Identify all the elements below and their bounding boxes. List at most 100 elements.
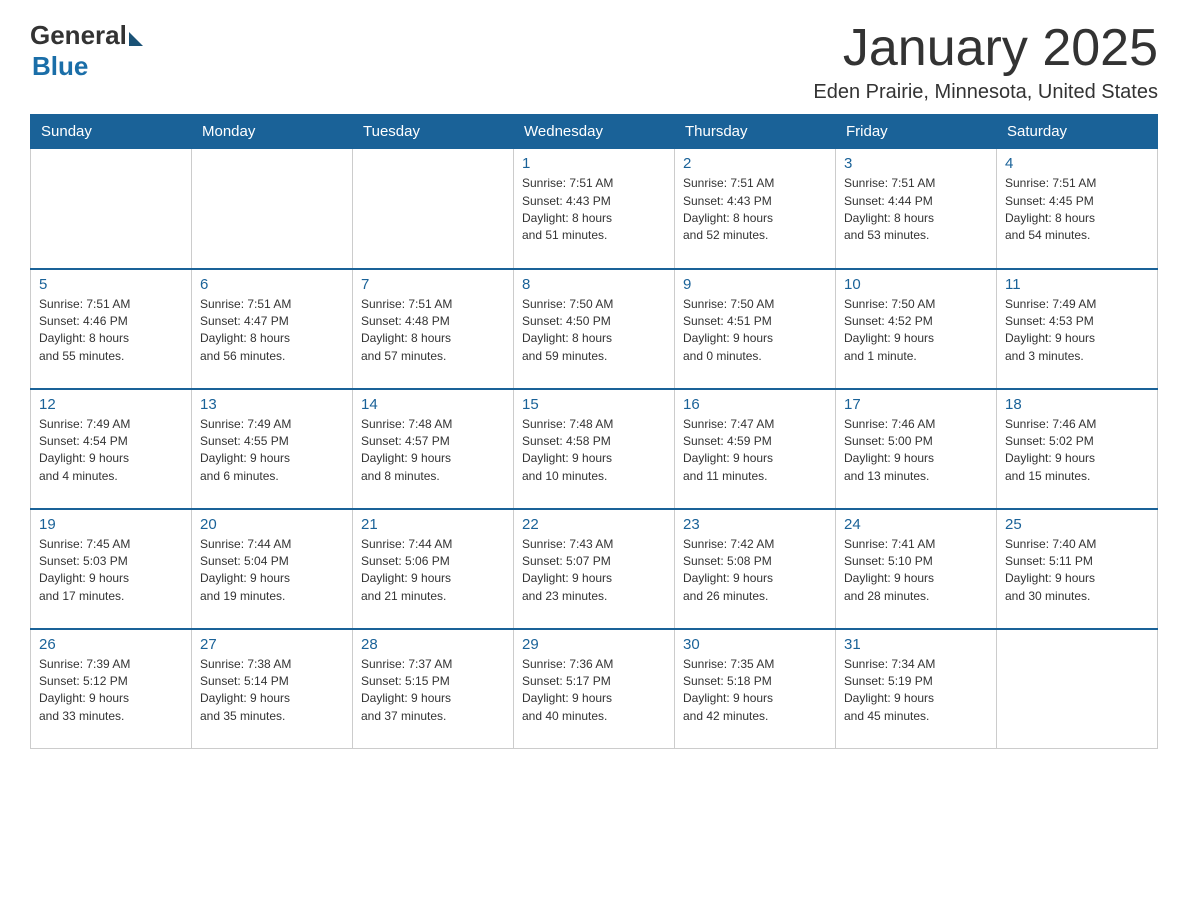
calendar-cell: 12Sunrise: 7:49 AMSunset: 4:54 PMDayligh…	[31, 389, 192, 509]
logo: General Blue	[30, 20, 143, 82]
day-number: 11	[1005, 276, 1149, 293]
day-number: 6	[200, 276, 344, 293]
logo-arrow-icon	[129, 32, 143, 46]
day-number: 23	[683, 516, 827, 533]
day-info: Sunrise: 7:49 AMSunset: 4:54 PMDaylight:…	[39, 416, 183, 486]
day-number: 7	[361, 276, 505, 293]
calendar-header-friday: Friday	[836, 115, 997, 149]
day-number: 25	[1005, 516, 1149, 533]
day-number: 3	[844, 155, 988, 172]
day-number: 15	[522, 396, 666, 413]
calendar-week-row: 12Sunrise: 7:49 AMSunset: 4:54 PMDayligh…	[31, 389, 1158, 509]
day-info: Sunrise: 7:45 AMSunset: 5:03 PMDaylight:…	[39, 536, 183, 606]
day-info: Sunrise: 7:40 AMSunset: 5:11 PMDaylight:…	[1005, 536, 1149, 606]
day-info: Sunrise: 7:48 AMSunset: 4:57 PMDaylight:…	[361, 416, 505, 486]
title-block: January 2025 Eden Prairie, Minnesota, Un…	[813, 20, 1158, 104]
calendar-cell: 3 Sunrise: 7:51 AMSunset: 4:44 PMDaylight…	[836, 149, 997, 269]
calendar-cell: 2 Sunrise: 7:51 AMSunset: 4:43 PMDaylight…	[675, 149, 836, 269]
calendar-cell: 5Sunrise: 7:51 AMSunset: 4:46 PMDaylight…	[31, 269, 192, 389]
calendar-cell: 27 Sunrise: 7:38 AMSunset: 5:14 PMDayligh…	[192, 629, 353, 749]
day-number: 2	[683, 155, 827, 172]
calendar-week-row: 19 Sunrise: 7:45 AMSunset: 5:03 PMDayligh…	[31, 509, 1158, 629]
location-title: Eden Prairie, Minnesota, United States	[813, 81, 1158, 104]
day-number: 10	[844, 276, 988, 293]
calendar-cell: 13 Sunrise: 7:49 AMSunset: 4:55 PMDayligh…	[192, 389, 353, 509]
day-number: 4	[1005, 155, 1149, 172]
day-number: 26	[39, 636, 183, 653]
day-info: Sunrise: 7:38 AMSunset: 5:14 PMDaylight:…	[200, 656, 344, 726]
day-info: Sunrise: 7:36 AMSunset: 5:17 PMDaylight:…	[522, 656, 666, 726]
day-number: 16	[683, 396, 827, 413]
logo-blue-text: Blue	[32, 51, 88, 82]
calendar-week-row: 5Sunrise: 7:51 AMSunset: 4:46 PMDaylight…	[31, 269, 1158, 389]
day-number: 13	[200, 396, 344, 413]
calendar-header-wednesday: Wednesday	[514, 115, 675, 149]
day-number: 19	[39, 516, 183, 533]
calendar-cell: 28 Sunrise: 7:37 AMSunset: 5:15 PMDayligh…	[353, 629, 514, 749]
calendar-cell: 16 Sunrise: 7:47 AMSunset: 4:59 PMDayligh…	[675, 389, 836, 509]
day-info: Sunrise: 7:37 AMSunset: 5:15 PMDaylight:…	[361, 656, 505, 726]
calendar-cell	[997, 629, 1158, 749]
calendar-cell: 17 Sunrise: 7:46 AMSunset: 5:00 PMDayligh…	[836, 389, 997, 509]
calendar-cell: 8Sunrise: 7:50 AMSunset: 4:50 PMDaylight…	[514, 269, 675, 389]
calendar-header-monday: Monday	[192, 115, 353, 149]
calendar-cell: 31 Sunrise: 7:34 AMSunset: 5:19 PMDayligh…	[836, 629, 997, 749]
day-info: Sunrise: 7:51 AMSunset: 4:48 PMDaylight:…	[361, 296, 505, 366]
calendar-cell: 21 Sunrise: 7:44 AMSunset: 5:06 PMDayligh…	[353, 509, 514, 629]
calendar-cell: 29Sunrise: 7:36 AMSunset: 5:17 PMDayligh…	[514, 629, 675, 749]
calendar-week-row: 1 Sunrise: 7:51 AMSunset: 4:43 PMDaylight…	[31, 149, 1158, 269]
day-info: Sunrise: 7:50 AMSunset: 4:51 PMDaylight:…	[683, 296, 827, 366]
month-title: January 2025	[813, 20, 1158, 77]
day-info: Sunrise: 7:50 AMSunset: 4:50 PMDaylight:…	[522, 296, 666, 366]
day-number: 21	[361, 516, 505, 533]
day-info: Sunrise: 7:42 AMSunset: 5:08 PMDaylight:…	[683, 536, 827, 606]
calendar-cell: 19 Sunrise: 7:45 AMSunset: 5:03 PMDayligh…	[31, 509, 192, 629]
calendar-cell	[31, 149, 192, 269]
day-info: Sunrise: 7:51 AMSunset: 4:45 PMDaylight:…	[1005, 175, 1149, 245]
calendar-cell: 10Sunrise: 7:50 AMSunset: 4:52 PMDayligh…	[836, 269, 997, 389]
calendar-cell: 4 Sunrise: 7:51 AMSunset: 4:45 PMDaylight…	[997, 149, 1158, 269]
calendar-table: SundayMondayTuesdayWednesdayThursdayFrid…	[30, 114, 1158, 749]
page-header: General Blue January 2025 Eden Prairie, …	[30, 20, 1158, 104]
calendar-cell: 7 Sunrise: 7:51 AMSunset: 4:48 PMDaylight…	[353, 269, 514, 389]
day-info: Sunrise: 7:51 AMSunset: 4:43 PMDaylight:…	[683, 175, 827, 245]
day-number: 28	[361, 636, 505, 653]
day-number: 17	[844, 396, 988, 413]
day-number: 9	[683, 276, 827, 293]
day-number: 14	[361, 396, 505, 413]
calendar-cell: 23 Sunrise: 7:42 AMSunset: 5:08 PMDayligh…	[675, 509, 836, 629]
day-number: 5	[39, 276, 183, 293]
calendar-header-thursday: Thursday	[675, 115, 836, 149]
day-info: Sunrise: 7:44 AMSunset: 5:04 PMDaylight:…	[200, 536, 344, 606]
day-number: 31	[844, 636, 988, 653]
calendar-header-row: SundayMondayTuesdayWednesdayThursdayFrid…	[31, 115, 1158, 149]
day-info: Sunrise: 7:35 AMSunset: 5:18 PMDaylight:…	[683, 656, 827, 726]
day-info: Sunrise: 7:46 AMSunset: 5:00 PMDaylight:…	[844, 416, 988, 486]
day-number: 20	[200, 516, 344, 533]
calendar-cell: 11Sunrise: 7:49 AMSunset: 4:53 PMDayligh…	[997, 269, 1158, 389]
day-info: Sunrise: 7:39 AMSunset: 5:12 PMDaylight:…	[39, 656, 183, 726]
calendar-cell	[353, 149, 514, 269]
day-info: Sunrise: 7:49 AMSunset: 4:55 PMDaylight:…	[200, 416, 344, 486]
day-info: Sunrise: 7:43 AMSunset: 5:07 PMDaylight:…	[522, 536, 666, 606]
calendar-cell: 30 Sunrise: 7:35 AMSunset: 5:18 PMDayligh…	[675, 629, 836, 749]
day-number: 30	[683, 636, 827, 653]
calendar-cell: 9 Sunrise: 7:50 AMSunset: 4:51 PMDaylight…	[675, 269, 836, 389]
calendar-cell: 1 Sunrise: 7:51 AMSunset: 4:43 PMDaylight…	[514, 149, 675, 269]
day-number: 22	[522, 516, 666, 533]
calendar-cell: 24Sunrise: 7:41 AMSunset: 5:10 PMDayligh…	[836, 509, 997, 629]
day-info: Sunrise: 7:47 AMSunset: 4:59 PMDaylight:…	[683, 416, 827, 486]
day-info: Sunrise: 7:51 AMSunset: 4:43 PMDaylight:…	[522, 175, 666, 245]
day-info: Sunrise: 7:51 AMSunset: 4:44 PMDaylight:…	[844, 175, 988, 245]
calendar-cell: 15Sunrise: 7:48 AMSunset: 4:58 PMDayligh…	[514, 389, 675, 509]
day-info: Sunrise: 7:44 AMSunset: 5:06 PMDaylight:…	[361, 536, 505, 606]
logo-general-text: General	[30, 20, 127, 51]
calendar-cell: 26 Sunrise: 7:39 AMSunset: 5:12 PMDayligh…	[31, 629, 192, 749]
calendar-cell: 25 Sunrise: 7:40 AMSunset: 5:11 PMDayligh…	[997, 509, 1158, 629]
day-info: Sunrise: 7:41 AMSunset: 5:10 PMDaylight:…	[844, 536, 988, 606]
calendar-cell	[192, 149, 353, 269]
day-number: 27	[200, 636, 344, 653]
day-info: Sunrise: 7:46 AMSunset: 5:02 PMDaylight:…	[1005, 416, 1149, 486]
day-info: Sunrise: 7:34 AMSunset: 5:19 PMDaylight:…	[844, 656, 988, 726]
day-number: 1	[522, 155, 666, 172]
